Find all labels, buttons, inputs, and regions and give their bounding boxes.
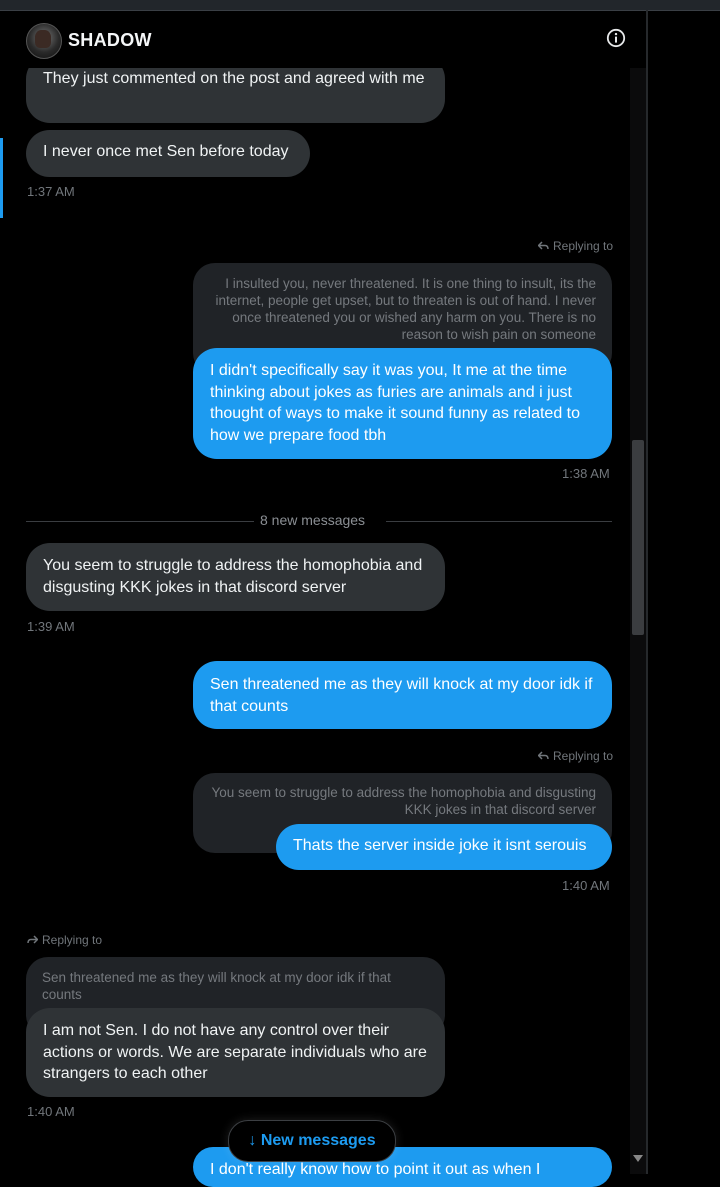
- message-text: Thats the server inside joke it isnt ser…: [293, 837, 587, 854]
- message-incoming[interactable]: I am not Sen. I do not have any control …: [26, 1008, 445, 1097]
- timestamp: 1:39 AM: [27, 619, 75, 634]
- replying-to-label: Replying to: [27, 933, 102, 947]
- conversation-header: SHADOW: [10, 12, 646, 68]
- timestamp: 1:38 AM: [562, 466, 610, 481]
- quoted-text: I insulted you, never threatened. It is …: [215, 276, 596, 342]
- divider-line: [386, 521, 612, 522]
- divider-line: [26, 521, 254, 522]
- message-outgoing[interactable]: Thats the server inside joke it isnt ser…: [276, 824, 612, 870]
- timestamp: 1:40 AM: [27, 1104, 75, 1119]
- replying-to-label: Replying to: [537, 749, 613, 763]
- conversation-name[interactable]: SHADOW: [68, 30, 152, 51]
- message-text: I am not Sen. I do not have any control …: [43, 1022, 427, 1082]
- reply-arrow-icon: [537, 241, 549, 250]
- timestamp: 1:37 AM: [27, 184, 75, 199]
- info-icon[interactable]: [606, 28, 626, 48]
- message-incoming[interactable]: I never once met Sen before today: [26, 130, 310, 177]
- message-outgoing[interactable]: I didn't specifically say it was you, It…: [193, 348, 612, 459]
- window-top-bar: [0, 0, 720, 11]
- message-text: You seem to struggle to address the homo…: [43, 557, 423, 596]
- message-outgoing[interactable]: Sen threatened me as they will knock at …: [193, 661, 612, 729]
- quoted-text: Sen threatened me as they will knock at …: [42, 970, 391, 1002]
- scroll-down-arrow-icon[interactable]: [633, 1155, 643, 1162]
- new-messages-divider: 8 new messages: [260, 512, 366, 528]
- message-incoming[interactable]: You seem to struggle to address the homo…: [26, 543, 445, 611]
- new-messages-button[interactable]: ↓ New messages: [228, 1120, 396, 1162]
- reply-arrow-icon: [537, 751, 549, 760]
- scrollbar-thumb[interactable]: [632, 440, 644, 635]
- nav-active-indicator: [0, 138, 3, 218]
- message-text: I never once met Sen before today: [43, 143, 289, 160]
- message-text: I didn't specifically say it was you, It…: [210, 362, 580, 444]
- quoted-text: You seem to struggle to address the homo…: [211, 785, 596, 817]
- avatar[interactable]: [26, 23, 62, 59]
- panel-border: [646, 10, 648, 1174]
- replying-to-label: Replying to: [537, 239, 613, 253]
- message-text: They just commented on the post and agre…: [43, 70, 425, 87]
- timestamp: 1:40 AM: [562, 878, 610, 893]
- message-text: I don't really know how to point it out …: [210, 1161, 541, 1178]
- reply-arrow-icon: [27, 935, 39, 944]
- message-text: Sen threatened me as they will knock at …: [210, 676, 593, 715]
